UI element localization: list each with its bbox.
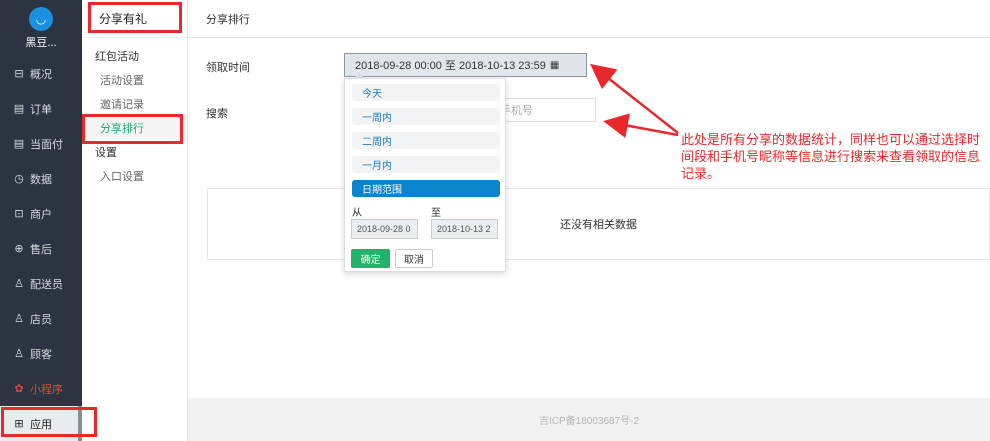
main-content: 领取时间 2018-09-28 00:00 至 2018-10-13 23:59…	[188, 38, 990, 398]
range-one-week[interactable]: 一周内	[352, 108, 500, 125]
sidebar-item-label: 售后	[30, 243, 52, 256]
range-one-month[interactable]: 一月内	[352, 156, 500, 173]
order-icon: ▤	[13, 103, 25, 115]
annotation-text: 此处是所有分享的数据统计，同样也可以通过选择时间段和手机号昵称等信息进行搜索来查…	[681, 132, 981, 181]
sidebar-item-label: 数据	[30, 173, 52, 186]
clerk-icon: ♙	[14, 313, 24, 325]
sidebar-item-customer[interactable]: ♙ 顾客	[0, 336, 82, 371]
empty-table: 还没有相关数据	[207, 188, 990, 260]
search-input[interactable]: 手机号	[493, 98, 596, 122]
subnav-item-entry-settings[interactable]: 入口设置	[82, 164, 187, 188]
subnav-group-redpacket: 红包活动	[95, 51, 139, 63]
courier-icon: ♙	[14, 278, 24, 290]
sidebar-item-clerk[interactable]: ♙ 店员	[0, 301, 82, 336]
sidebar-item-label: 顾客	[30, 348, 52, 361]
sidebar-item-label: 应用	[30, 418, 52, 431]
footer: 吉ICP备18003687号-2	[188, 398, 990, 441]
sidebar-item-overview[interactable]: ⊟ 概况	[0, 56, 82, 91]
sidebar-item-data[interactable]: ◷ 数据	[0, 161, 82, 196]
page-header: 分享排行	[188, 0, 990, 38]
subnav-title[interactable]: 分享有礼	[82, 0, 187, 38]
date-range-value: 2018-09-28 00:00 至 2018-10-13 23:59	[355, 60, 546, 72]
subnav-item-activity-settings[interactable]: 活动设置	[82, 68, 187, 92]
sidebar-item-label: 概况	[30, 68, 52, 81]
sidebar-item-miniapp[interactable]: ✿ 小程序	[0, 371, 82, 406]
sidebar-item-label: 当面付	[30, 138, 63, 151]
brand-name: 黑豆...	[25, 36, 57, 49]
cancel-button[interactable]: 取消	[395, 249, 433, 268]
pay-icon: ▤	[13, 138, 25, 150]
sidebar-item-orders[interactable]: ▤ 订单	[0, 91, 82, 126]
date-picker-dropdown: 今天 一周内 二周内 一月内 日期范围 从 至 2018-09-28 0 201…	[344, 73, 506, 272]
to-date-input[interactable]: 2018-10-13 2	[431, 219, 498, 239]
sidebar-item-label: 小程序	[30, 383, 63, 396]
range-today[interactable]: 今天	[352, 84, 500, 101]
sidebar-item-label: 商户	[30, 208, 52, 221]
calendar-icon: ▦	[549, 59, 560, 71]
chart-icon: ◷	[14, 173, 24, 185]
page-title: 分享排行	[206, 13, 250, 26]
sidebar-item-pay[interactable]: ▤ 当面付	[0, 126, 82, 161]
sidebar-item-merchant[interactable]: ⊡ 商户	[0, 196, 82, 231]
subnav-group-settings: 设置	[95, 147, 117, 159]
miniapp-icon: ✿	[14, 383, 24, 395]
sub-sidebar: 分享有礼 红包活动 活动设置 邀请记录 分享排行 设置 入口设置	[82, 0, 188, 441]
search-label: 搜索	[206, 108, 228, 120]
store-icon: ⊡	[14, 208, 24, 220]
subnav-item-share-ranking[interactable]: 分享排行	[82, 116, 187, 140]
confirm-button[interactable]: 确定	[351, 249, 390, 268]
sidebar-item-label: 店员	[30, 313, 52, 326]
to-label: 至	[431, 208, 441, 219]
sidebar-item-aftersale[interactable]: ⊕ 售后	[0, 231, 82, 266]
from-label: 从	[352, 208, 362, 219]
empty-text: 还没有相关数据	[560, 219, 637, 231]
sidebar-item-apps[interactable]: ⊞ 应用	[0, 406, 82, 441]
range-custom[interactable]: 日期范围	[352, 180, 500, 197]
sidebar-item-label: 配送员	[30, 278, 63, 291]
overview-icon: ⊟	[14, 68, 24, 80]
icp-text: 吉ICP备18003687号-2	[538, 416, 640, 427]
date-range-input[interactable]: 2018-09-28 00:00 至 2018-10-13 23:59 ▦	[344, 53, 587, 77]
range-two-weeks[interactable]: 二周内	[352, 132, 500, 149]
subnav-item-invite-records[interactable]: 邀请记录	[82, 92, 187, 116]
time-label: 领取时间	[206, 62, 250, 74]
customer-icon: ♙	[14, 348, 24, 360]
brand-logo-icon[interactable]: ◡	[29, 6, 53, 31]
sidebar-item-courier[interactable]: ♙ 配送员	[0, 266, 82, 301]
brand: ◡ 黑豆...	[0, 0, 82, 56]
aftersale-icon: ⊕	[14, 243, 24, 255]
main-sidebar: ◡ 黑豆... ⊟ 概况 ▤ 订单 ▤ 当面付 ◷ 数据 ⊡ 商户 ⊕ 售后 ♙ 配送员 ♙ 店…	[0, 0, 82, 441]
apps-icon: ⊞	[14, 418, 24, 430]
from-date-input[interactable]: 2018-09-28 0	[351, 219, 418, 239]
sidebar-item-label: 订单	[30, 103, 52, 116]
